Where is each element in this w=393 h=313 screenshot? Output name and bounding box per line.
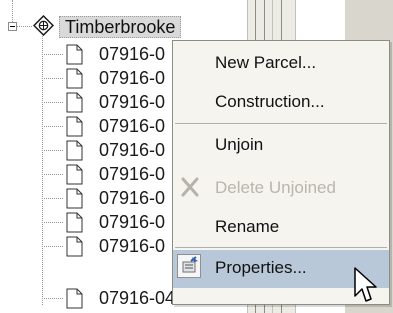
menu-item-label: Rename — [215, 217, 280, 236]
menu-item-construction[interactable]: Construction... — [173, 84, 389, 120]
document-icon — [66, 188, 83, 209]
document-icon — [66, 236, 83, 257]
document-icon — [66, 140, 83, 161]
tree-connector — [42, 126, 63, 127]
menu-separator — [175, 247, 387, 248]
tree-item-label: 07916-0 — [99, 116, 166, 136]
screen: Timberbrooke 07916-0 07916-0 07916-0 079… — [0, 0, 393, 313]
minus-icon — [10, 26, 15, 27]
tree-connector — [42, 246, 63, 247]
tree-connector — [42, 174, 63, 175]
tree-item-label: 07916-0 — [99, 140, 166, 160]
collapse-button[interactable] — [8, 22, 17, 31]
tree-item-label: 07916-0 — [99, 44, 166, 64]
menu-item-new-parcel[interactable]: New Parcel... — [173, 45, 389, 81]
x-icon — [179, 175, 201, 199]
tree-item-label: 07916-0 — [99, 212, 166, 232]
menu-item-label: Unjoin — [215, 135, 264, 154]
menu-item-label: Construction... — [215, 92, 325, 111]
parcel-group-icon — [32, 14, 55, 37]
menu-item-unjoin[interactable]: Unjoin — [173, 127, 389, 163]
tree-connector — [17, 26, 32, 27]
menu-item-delete-unjoined: Delete Unjoined — [173, 170, 389, 206]
menu-item-label: New Parcel... — [215, 53, 317, 72]
document-icon — [66, 92, 83, 113]
tree-connector — [42, 298, 63, 299]
tree-connector — [12, 0, 13, 22]
tree-connector — [42, 198, 63, 199]
menu-item-label: Delete Unjoined — [215, 178, 336, 197]
mouse-pointer-icon — [354, 267, 377, 305]
tree-item-label: 07916-0 — [99, 236, 166, 256]
tree-root-label[interactable]: Timberbrooke — [59, 16, 182, 38]
menu-item-label: Properties... — [215, 258, 307, 277]
tree-connector — [42, 54, 63, 55]
document-icon — [66, 44, 83, 65]
document-icon — [66, 288, 83, 309]
tree-connector — [42, 102, 63, 103]
tree-item-label: 07916-0 — [99, 188, 166, 208]
tree-connector — [42, 78, 63, 79]
document-icon — [66, 164, 83, 185]
tree-connector — [42, 150, 63, 151]
menu-separator — [175, 123, 387, 124]
menu-item-rename[interactable]: Rename — [173, 209, 389, 245]
tree-item-label: 07916-0 — [99, 164, 166, 184]
document-icon — [66, 68, 83, 89]
tree-item-label: 07916-0 — [99, 68, 166, 88]
tree-item-label: 07916-0 — [99, 92, 166, 112]
document-icon — [66, 116, 83, 137]
document-icon — [66, 212, 83, 233]
properties-icon — [177, 254, 201, 278]
context-menu: New Parcel... Construction... Unjoin Del… — [172, 40, 390, 305]
tree-connector — [42, 36, 43, 305]
tree-connector — [42, 222, 63, 223]
